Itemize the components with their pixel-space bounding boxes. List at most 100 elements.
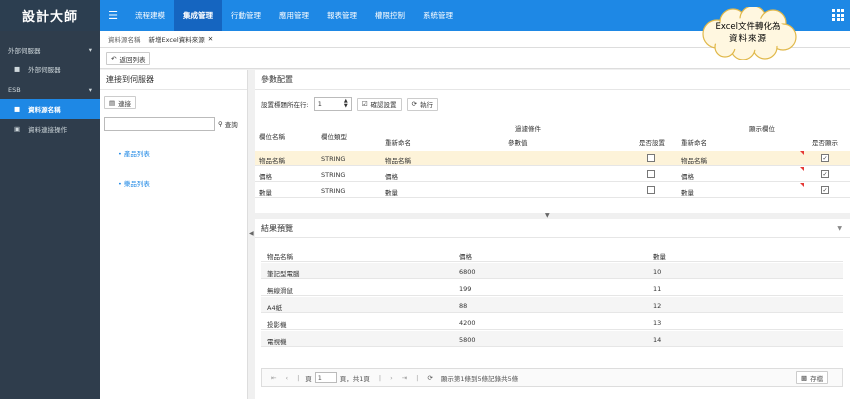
table-row[interactable]: 電視機 5800 14 <box>261 331 843 347</box>
cell-name: 價格 <box>259 173 272 181</box>
sidebar-item-label: 外部伺服器 <box>28 66 61 74</box>
next-page-icon[interactable]: › <box>390 374 393 382</box>
search-input[interactable] <box>104 117 215 131</box>
header-row-label: 設置標題所在行: <box>261 101 309 109</box>
collapse-left-icon[interactable]: ◀ <box>249 230 254 237</box>
first-page-icon[interactable]: ⇤ <box>271 374 276 382</box>
sidebar-group-label: 外部伺服器 <box>8 47 41 55</box>
is-set-checkbox[interactable] <box>647 154 655 162</box>
dirty-marker <box>800 183 804 187</box>
nav-item-system[interactable]: 系統管理 <box>414 0 462 31</box>
close-icon[interactable]: ✕ <box>208 35 213 43</box>
execute-button[interactable]: ⟳ 執行 <box>406 97 438 111</box>
app-logo: 設計大師 <box>0 0 100 31</box>
panel-title: 參數配置 <box>255 70 850 90</box>
config-row[interactable]: 物品名稱 STRING 物品名稱 物品名稱 ✓ <box>255 151 850 166</box>
cell: 筆記型電腦 <box>267 270 300 278</box>
is-display-checkbox[interactable]: ✓ <box>821 170 829 178</box>
check-square-icon: ☑ <box>361 100 368 108</box>
header-rename2: 重新命名 <box>681 139 707 147</box>
callout-text: Excel文件轉化為 資料來源 <box>695 21 801 45</box>
back-to-list-button[interactable]: ↶ 返回列表 <box>106 52 151 65</box>
nav-item-permission[interactable]: 權限控制 <box>366 0 414 31</box>
cell-rename2: 數量 <box>681 189 694 197</box>
cell-rename2: 價格 <box>681 173 694 181</box>
tab-new-excel[interactable]: 新增Excel資料來源 ✕ <box>149 34 214 44</box>
cell-rename2: 物品名稱 <box>681 157 707 165</box>
config-row[interactable]: 價格 STRING 價格 價格 ✓ <box>255 167 850 182</box>
refresh-icon: ⟳ <box>411 100 417 108</box>
cell-name: 物品名稱 <box>259 157 285 165</box>
callout-line: Excel文件轉化為 <box>715 22 781 32</box>
cell: 6800 <box>459 268 476 276</box>
dirty-marker <box>800 167 804 171</box>
refresh-icon[interactable]: ⟳ <box>427 374 432 382</box>
search-button[interactable]: ⚲ 查詢 <box>218 117 238 131</box>
sidebar-group-label: ESB <box>8 86 21 94</box>
connect-button[interactable]: ▤ 連接 <box>104 96 137 109</box>
save-button[interactable]: ▩ 存檔 <box>796 371 829 384</box>
page-label: 頁 <box>305 374 312 383</box>
is-display-checkbox[interactable]: ✓ <box>821 154 829 162</box>
is-set-checkbox[interactable] <box>647 186 655 194</box>
back-icon: ↶ <box>111 54 117 63</box>
sidebar-group-external[interactable]: 外部伺服器 ▾ <box>0 41 100 59</box>
back-label: 返回列表 <box>119 55 146 64</box>
sidebar-group-esb[interactable]: ESB ▾ <box>0 81 100 99</box>
panel-title: 連接到伺服器 <box>100 70 247 90</box>
cell: 電視機 <box>267 338 287 346</box>
header-field-name: 欄位名稱 <box>259 133 285 141</box>
page-of-label: 頁，共1頁 <box>339 374 370 383</box>
prev-page-icon[interactable]: ‹ <box>285 374 288 382</box>
header-row-stepper[interactable]: 1 ▲ ▼ <box>313 97 352 111</box>
preview-header-row: 物品名稱 價格 數量 <box>261 246 843 262</box>
is-set-checkbox[interactable] <box>647 170 655 178</box>
config-row[interactable]: 數量 STRING 數量 數量 ✓ <box>255 183 850 198</box>
connect-icon: ▤ <box>109 98 116 107</box>
cell: 5800 <box>459 336 476 344</box>
nav-item-mobile[interactable]: 行動管理 <box>222 0 270 31</box>
confirm-settings-button[interactable]: ☑ 確認設置 <box>356 97 402 111</box>
caret-down-icon: ▾ <box>88 46 92 54</box>
table-row[interactable]: 無線滑鼠 199 11 <box>261 280 843 296</box>
cell-type: STRING <box>321 171 346 179</box>
nav-item-report[interactable]: 報表管理 <box>318 0 366 31</box>
tab-datasource[interactable]: 資料源名稱 <box>108 34 141 44</box>
last-page-icon[interactable]: ⇥ <box>402 374 407 382</box>
cell-rename: 價格 <box>385 173 398 181</box>
connect-label: 連接 <box>118 99 132 108</box>
is-display-checkbox[interactable]: ✓ <box>821 186 829 194</box>
monitor-icon: ▣ <box>14 125 21 133</box>
sidebar-item-external-server[interactable]: ■ 外部伺服器 <box>0 59 100 79</box>
cell: 88 <box>459 302 468 310</box>
cell: 199 <box>459 285 472 293</box>
tree-item-music-list[interactable]: • 樂品列表 <box>118 178 150 188</box>
col-header-qty: 數量 <box>653 253 666 261</box>
cell: 14 <box>653 336 662 344</box>
stepper-arrows-icon[interactable]: ▲ ▼ <box>344 99 348 109</box>
page-number-input[interactable]: 1 <box>314 372 337 383</box>
record-summary: 顯示第1條到5條記錄共5條 <box>440 374 519 383</box>
table-row[interactable]: 投影機 4200 13 <box>261 314 843 330</box>
preview-header: 結果預覽 ▼ <box>255 219 850 238</box>
table-row[interactable]: 筆記型電腦 6800 10 <box>261 263 843 279</box>
tree-label: 產品列表 <box>123 150 150 158</box>
nav-item-application[interactable]: 應用管理 <box>270 0 318 31</box>
callout-line: 資料來源 <box>728 34 767 44</box>
menu-icon[interactable]: ☰ <box>100 9 126 22</box>
cell-name: 數量 <box>259 189 272 197</box>
save-label: 存檔 <box>810 374 824 383</box>
chevron-down-icon[interactable]: ▼ <box>837 225 842 232</box>
header-rename: 重新命名 <box>385 139 411 147</box>
nav-item-integration[interactable]: 集成管理 <box>174 0 222 31</box>
sidebar-item-datasource[interactable]: ■ 資料源名稱 <box>0 99 100 119</box>
nav-item-flow-modeling[interactable]: 流程建模 <box>126 0 174 31</box>
splitter-handle-icon[interactable]: ▼ <box>545 212 550 219</box>
table-row[interactable]: A4紙 88 12 <box>261 297 843 313</box>
apps-grid-icon[interactable] <box>832 9 844 21</box>
confirm-label: 確認設置 <box>370 101 397 109</box>
tree-item-product-list[interactable]: • 產品列表 <box>118 148 150 158</box>
cell: 12 <box>653 302 662 310</box>
sidebar-item-label: 資料連接操作 <box>28 126 68 134</box>
sidebar-item-connection-ops[interactable]: ▣ 資料連接操作 <box>0 119 100 139</box>
